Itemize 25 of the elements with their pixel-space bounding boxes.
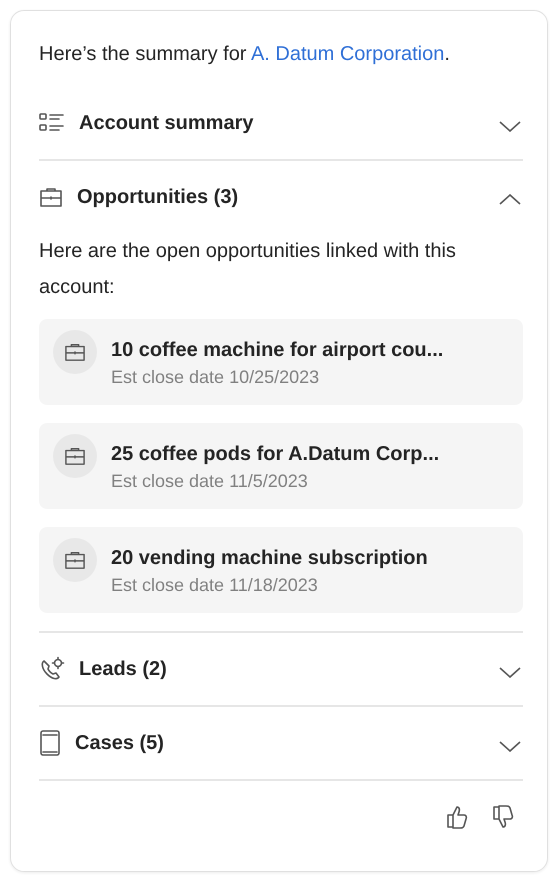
section-title: Account summary (79, 111, 254, 136)
section-title: Cases (5) (75, 731, 165, 756)
opportunity-card[interactable]: 10 coffee machine for airport cou... Est close date 10/25/2023 (39, 319, 523, 405)
thumbs-up-icon (445, 804, 469, 830)
opportunity-title: 10 coffee machine for airport cou... (111, 338, 444, 363)
briefcase-icon (64, 550, 86, 570)
close-date: Est close date 11/5/2023 (111, 470, 309, 493)
section-title: Opportunities (3) (77, 185, 240, 210)
opportunity-title: 20 vending machine subscription (111, 546, 428, 571)
opportunity-card[interactable]: 20 vending machine subscription Est close date 11/18/2023 (39, 527, 523, 613)
close-date: Est close date 11/18/2023 (111, 574, 319, 597)
thumbs-down-icon (491, 804, 515, 830)
briefcase-icon (64, 342, 86, 362)
intro-text: Here’s the summary for A. Datum Corporation. (39, 42, 451, 67)
close-date: Est close date 10/25/2023 (111, 366, 320, 389)
case-icon (39, 729, 61, 757)
opportunity-title: 25 coffee pods for A.Datum Corp... (111, 442, 440, 467)
briefcase-icon (64, 446, 86, 466)
section-description: Here are the open opportunities linked with this account: (39, 239, 457, 300)
account-link[interactable]: A. Datum Corporation (250, 43, 444, 65)
opportunity-card[interactable]: 25 coffee pods for A.Datum Corp... Est close date 11/5/2023 (39, 423, 523, 509)
section-title: Leads (2) (79, 657, 168, 682)
list-icon (39, 112, 65, 134)
phone-gear-icon (39, 656, 65, 682)
briefcase-icon (39, 186, 63, 208)
